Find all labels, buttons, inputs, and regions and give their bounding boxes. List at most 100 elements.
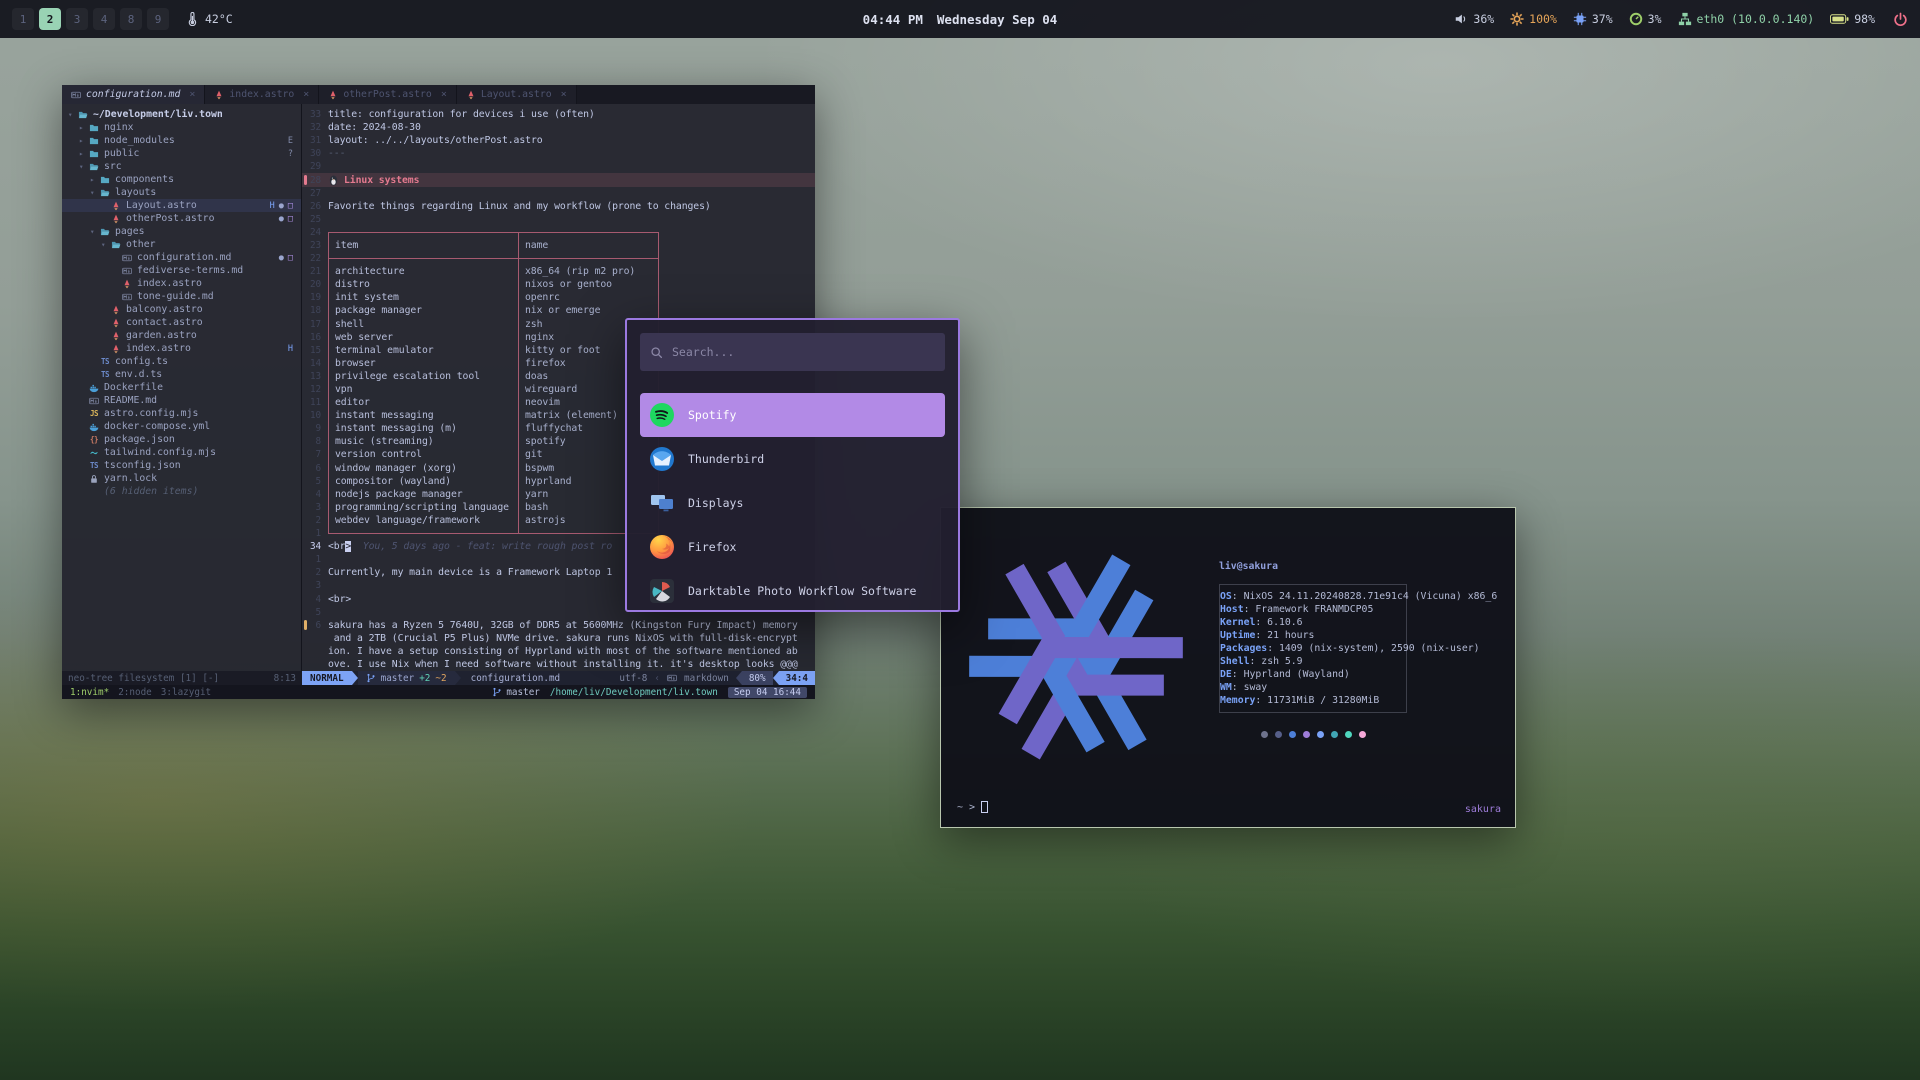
- tree-item[interactable]: yarn.lock: [62, 472, 301, 485]
- tailwind-icon: [88, 447, 100, 458]
- diff-changed: ~2: [435, 673, 446, 684]
- tree-item[interactable]: tailwind.config.mjs: [62, 446, 301, 459]
- editor-line: and a 2TB (Crucial P5 Plus) NVMe drive. …: [302, 632, 815, 645]
- launcher-item-darktable[interactable]: Darktable Photo Workflow Software: [640, 569, 945, 612]
- editor-line: 24: [302, 226, 815, 239]
- tab-configuration.md[interactable]: configuration.md×: [62, 85, 205, 104]
- temperature-value: 42°C: [205, 12, 233, 26]
- line-text: title: configuration for devices i use (…: [328, 108, 815, 121]
- tree-item[interactable]: ▾src: [62, 160, 301, 173]
- sign-column: [304, 476, 307, 486]
- launcher-item-displays[interactable]: Displays: [640, 481, 945, 525]
- launcher-search[interactable]: [640, 333, 945, 371]
- tmux-branch-name: master: [506, 687, 540, 698]
- tree-item[interactable]: {}package.json: [62, 433, 301, 446]
- tree-item-label: (6 hidden items): [104, 486, 198, 497]
- tree-item-label: other: [126, 239, 156, 250]
- battery-module[interactable]: 98%: [1830, 12, 1875, 26]
- sign-column: [304, 280, 307, 290]
- tab-otherPost.astro[interactable]: otherPost.astro×: [319, 85, 457, 104]
- workspace-8[interactable]: 8: [120, 8, 142, 30]
- editor-line: 19init systemopenrc: [302, 291, 815, 304]
- tmux-window-2:node[interactable]: 2:node: [118, 687, 152, 698]
- tree-item[interactable]: ▾other: [62, 238, 301, 251]
- tree-item[interactable]: JSastro.config.mjs: [62, 407, 301, 420]
- chevron-icon: ▸: [79, 149, 88, 158]
- tree-item[interactable]: ▸public?: [62, 147, 301, 160]
- temperature-module: 42°C: [185, 12, 233, 26]
- workspace-1[interactable]: 1: [12, 8, 34, 30]
- tmux-window-3:lazygit[interactable]: 3:lazygit: [161, 687, 211, 698]
- tree-item[interactable]: TStsconfig.json: [62, 459, 301, 472]
- launcher-item-label: Displays: [688, 496, 743, 510]
- editor-line: 33title: configuration for devices i use…: [302, 108, 815, 121]
- volume-module[interactable]: 36%: [1454, 12, 1494, 26]
- line-sign: [304, 175, 307, 185]
- palette-dot: [1275, 731, 1282, 738]
- launcher-item-thunderbird[interactable]: Thunderbird: [640, 437, 945, 481]
- launcher-item-spotify[interactable]: Spotify: [640, 393, 945, 437]
- tree-item[interactable]: Dockerfile: [62, 381, 301, 394]
- close-icon[interactable]: ×: [189, 89, 195, 100]
- tree-item[interactable]: (6 hidden items): [62, 485, 301, 498]
- sign-column: [304, 568, 307, 578]
- editor-line: 21architecturex86_64 (rip m2 pro): [302, 265, 815, 278]
- md-table-border: [328, 252, 659, 265]
- tree-item[interactable]: TSenv.d.ts: [62, 368, 301, 381]
- neofetch-memory: Memory: 11731MiB / 31280MiB: [1220, 694, 1406, 707]
- tree-item[interactable]: ▾layouts: [62, 186, 301, 199]
- app-launcher: SpotifyThunderbird Displays Firefox Darktab…: [625, 318, 960, 612]
- tree-item[interactable]: fediverse-terms.md: [62, 264, 301, 277]
- tree-item[interactable]: configuration.md●□: [62, 251, 301, 264]
- tree-item[interactable]: index.astroH: [62, 342, 301, 355]
- tree-item[interactable]: contact.astro: [62, 316, 301, 329]
- sign-column: [304, 319, 307, 329]
- tmux-window-1:nvim*[interactable]: 1:nvim*: [70, 687, 109, 698]
- tab-Layout.astro[interactable]: Layout.astro×: [457, 85, 577, 104]
- memory-module[interactable]: 37%: [1573, 12, 1613, 26]
- tree-item[interactable]: otherPost.astro●□: [62, 212, 301, 225]
- line-text: [328, 187, 815, 200]
- cpu-module[interactable]: 100%: [1510, 12, 1557, 26]
- thunderbird-icon: [649, 446, 675, 472]
- tree-item[interactable]: ▸components: [62, 173, 301, 186]
- network-module[interactable]: eth0 (10.0.0.140): [1678, 12, 1815, 26]
- editor-line: 23itemname: [302, 239, 815, 252]
- tree-item[interactable]: Layout.astroH●□: [62, 199, 301, 212]
- workspace-4[interactable]: 4: [93, 8, 115, 30]
- tree-item[interactable]: ▾pages: [62, 225, 301, 238]
- close-icon[interactable]: ×: [303, 89, 309, 100]
- workspace-9[interactable]: 9: [147, 8, 169, 30]
- search-input[interactable]: [640, 344, 945, 360]
- launcher-item-label: Firefox: [688, 540, 736, 554]
- tree-item[interactable]: garden.astro: [62, 329, 301, 342]
- tab-index.astro[interactable]: index.astro ×: [205, 85, 319, 104]
- shell-prompt[interactable]: ~ >: [957, 801, 988, 813]
- tmux-branch: master: [492, 687, 540, 698]
- tree-item[interactable]: TSconfig.ts: [62, 355, 301, 368]
- tree-item[interactable]: tone-guide.md: [62, 290, 301, 303]
- tab-label: index.astro: [229, 89, 294, 100]
- close-icon[interactable]: ×: [561, 89, 567, 100]
- workspace-3[interactable]: 3: [66, 8, 88, 30]
- workspace-2[interactable]: 2: [39, 8, 61, 30]
- md-table-row: vpnwireguard: [328, 383, 659, 396]
- close-icon[interactable]: ×: [441, 89, 447, 100]
- launcher-item-firefox[interactable]: Firefox: [640, 525, 945, 569]
- tree-item-label: tailwind.config.mjs: [104, 447, 216, 458]
- network-value: eth0 (10.0.0.140): [1697, 12, 1815, 26]
- file-encoding: utf-8: [619, 673, 647, 684]
- tree-item[interactable]: index.astro: [62, 277, 301, 290]
- tree-item-label: yarn.lock: [104, 473, 157, 484]
- power-button[interactable]: [1893, 12, 1908, 27]
- md-table-row: compositor (wayland)hyprland: [328, 475, 659, 488]
- tree-item[interactable]: ▾~/Development/liv.town: [62, 108, 301, 121]
- disk-module[interactable]: 3%: [1629, 12, 1662, 26]
- tree-item[interactable]: ▸nginx: [62, 121, 301, 134]
- tree-item[interactable]: README.md: [62, 394, 301, 407]
- tree-item[interactable]: balcony.astro: [62, 303, 301, 316]
- tree-item[interactable]: docker-compose.yml: [62, 420, 301, 433]
- palette-dot: [1289, 731, 1296, 738]
- tree-item[interactable]: ▸node_modulesE: [62, 134, 301, 147]
- folder-open-icon: [110, 239, 122, 250]
